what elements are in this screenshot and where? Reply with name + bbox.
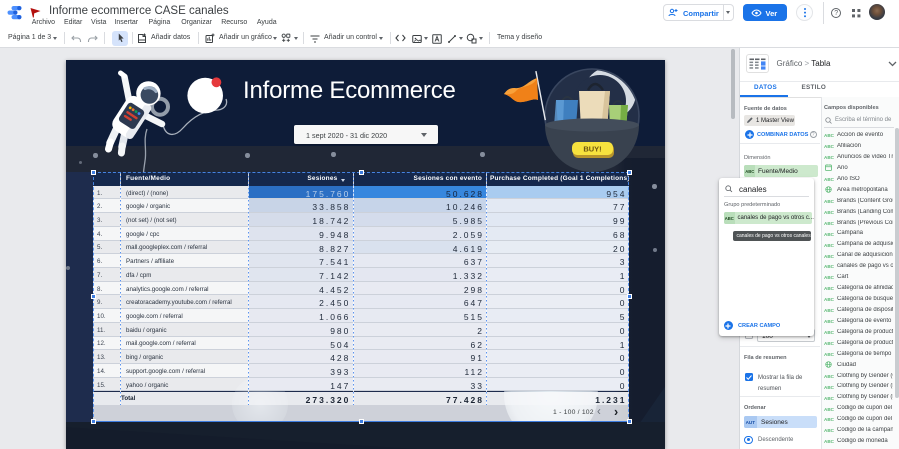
svg-text:BUY!: BUY!: [583, 145, 601, 154]
